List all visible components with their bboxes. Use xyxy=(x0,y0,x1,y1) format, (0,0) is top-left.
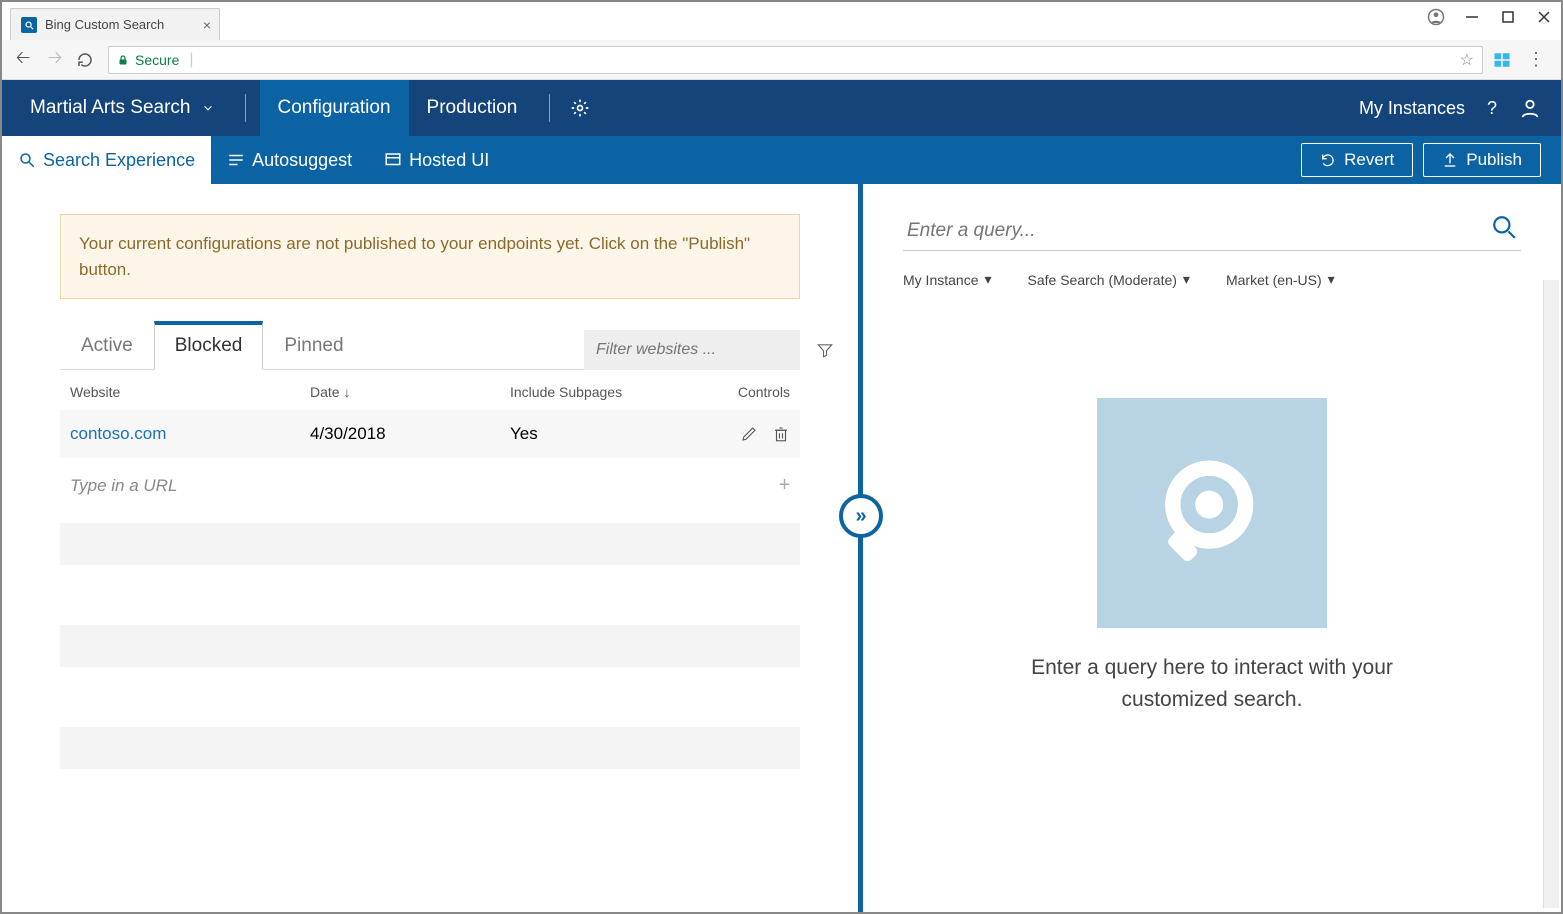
browser-scrollbar[interactable] xyxy=(1543,280,1559,908)
th-date[interactable]: Date ↓ xyxy=(310,384,510,400)
plus-icon[interactable]: + xyxy=(778,474,790,497)
window-maximize-icon[interactable] xyxy=(1499,8,1517,26)
tab-close-icon[interactable]: × xyxy=(203,17,211,33)
nav-forward-icon[interactable]: 🡢 xyxy=(44,45,66,75)
cfg-tab-blocked[interactable]: Blocked xyxy=(154,321,264,370)
nav-back-icon[interactable]: 🡠 xyxy=(12,45,34,75)
query-input[interactable] xyxy=(903,214,1521,251)
th-subpages[interactable]: Include Subpages xyxy=(510,384,690,400)
tab-production[interactable]: Production xyxy=(409,80,536,136)
instance-selector[interactable]: Martial Arts Search xyxy=(30,97,215,119)
add-url-row[interactable]: Type in a URL + xyxy=(60,458,800,513)
gear-icon[interactable] xyxy=(570,98,590,118)
subtab-autosuggest[interactable]: Autosuggest xyxy=(211,136,368,184)
nav-reload-icon[interactable] xyxy=(76,51,98,69)
publish-button[interactable]: Publish xyxy=(1423,143,1541,177)
th-website[interactable]: Website xyxy=(70,384,310,400)
caret-down-icon: ▾ xyxy=(1183,271,1190,288)
empty-text-1: Enter a query here to interact with your xyxy=(903,652,1521,684)
instance-name-label: Martial Arts Search xyxy=(30,97,191,119)
main-content: Your current configurations are not publ… xyxy=(2,184,1561,912)
filter-icon[interactable] xyxy=(816,341,834,359)
websites-table: Website Date ↓ Include Subpages Controls… xyxy=(60,369,800,769)
ghost-row xyxy=(60,523,800,565)
subtab-search-experience[interactable]: Search Experience xyxy=(2,136,211,184)
subtab-label: Hosted UI xyxy=(409,150,489,171)
th-controls: Controls xyxy=(700,384,790,400)
facet-safesearch[interactable]: Safe Search (Moderate) ▾ xyxy=(1028,271,1190,288)
delete-icon[interactable] xyxy=(772,425,790,443)
cell-date: 4/30/2018 xyxy=(310,424,510,444)
favicon-bing-icon xyxy=(21,17,37,33)
sub-nav: Search Experience Autosuggest Hosted UI … xyxy=(2,136,1561,184)
header-divider xyxy=(245,94,246,122)
browser-address-bar: 🡠 🡢 Secure | ☆ ⋮ xyxy=(2,40,1561,80)
cell-website[interactable]: contoso.com xyxy=(70,424,310,444)
search-icon[interactable] xyxy=(1491,214,1517,240)
add-url-placeholder: Type in a URL xyxy=(70,476,177,496)
filter-websites[interactable] xyxy=(584,330,800,370)
search-placeholder-icon xyxy=(1097,398,1327,628)
preview-pane: » My Instance ▾ Safe Search (Moderate) ▾… xyxy=(863,184,1561,912)
window-close-icon[interactable] xyxy=(1535,8,1553,26)
table-row: contoso.com 4/30/2018 Yes xyxy=(60,410,800,458)
table-header: Website Date ↓ Include Subpages Controls xyxy=(60,370,800,410)
browser-tab-title: Bing Custom Search xyxy=(45,17,164,32)
my-instances-link[interactable]: My Instances xyxy=(1359,98,1465,119)
secure-label: Secure xyxy=(135,52,179,68)
facet-instance[interactable]: My Instance ▾ xyxy=(903,271,992,288)
facet-market[interactable]: Market (en-US) ▾ xyxy=(1226,271,1335,288)
cfg-tab-pinned[interactable]: Pinned xyxy=(263,324,364,370)
addr-separator: | xyxy=(189,51,193,69)
user-icon[interactable] xyxy=(1519,97,1541,119)
browser-menu-icon[interactable]: ⋮ xyxy=(1521,49,1551,70)
subtab-hosted-ui[interactable]: Hosted UI xyxy=(368,136,505,184)
subtab-label: Autosuggest xyxy=(252,150,352,171)
empty-text-2: customized search. xyxy=(903,684,1521,716)
revert-button[interactable]: Revert xyxy=(1301,143,1413,177)
browser-titlebar: Bing Custom Search × xyxy=(2,2,1561,40)
ghost-row xyxy=(60,727,800,769)
subtab-label: Search Experience xyxy=(43,150,195,171)
address-field[interactable]: Secure | ☆ xyxy=(108,46,1483,74)
edit-icon[interactable] xyxy=(740,425,758,443)
app-header: Martial Arts Search Configuration Produc… xyxy=(2,80,1561,136)
window-minimize-icon[interactable] xyxy=(1463,8,1481,26)
chevron-down-icon xyxy=(201,101,215,115)
left-pane: Your current configurations are not publ… xyxy=(2,184,858,912)
publish-label: Publish xyxy=(1466,150,1522,170)
help-icon[interactable]: ? xyxy=(1487,98,1497,119)
ghost-row xyxy=(60,625,800,667)
caret-down-icon: ▾ xyxy=(1328,271,1335,288)
preview-facets: My Instance ▾ Safe Search (Moderate) ▾ M… xyxy=(903,271,1521,288)
filter-input[interactable] xyxy=(596,341,804,359)
header-divider xyxy=(549,94,550,122)
tab-configuration[interactable]: Configuration xyxy=(260,80,409,136)
lock-icon xyxy=(117,53,129,67)
expand-preview-button[interactable]: » xyxy=(839,494,883,538)
publish-notice: Your current configurations are not publ… xyxy=(60,214,800,299)
windows-logo-icon[interactable] xyxy=(1493,51,1511,69)
config-tabs-row: Active Blocked Pinned xyxy=(60,321,800,370)
cell-subpages: Yes xyxy=(510,424,690,444)
star-icon[interactable]: ☆ xyxy=(1460,50,1474,70)
browser-tab[interactable]: Bing Custom Search × xyxy=(10,8,220,40)
revert-label: Revert xyxy=(1344,150,1394,170)
sort-down-icon: ↓ xyxy=(343,384,350,400)
cfg-tab-active[interactable]: Active xyxy=(60,324,154,370)
preview-empty-state: Enter a query here to interact with your… xyxy=(903,398,1521,715)
caret-down-icon: ▾ xyxy=(984,271,991,288)
account-icon[interactable] xyxy=(1427,8,1445,26)
